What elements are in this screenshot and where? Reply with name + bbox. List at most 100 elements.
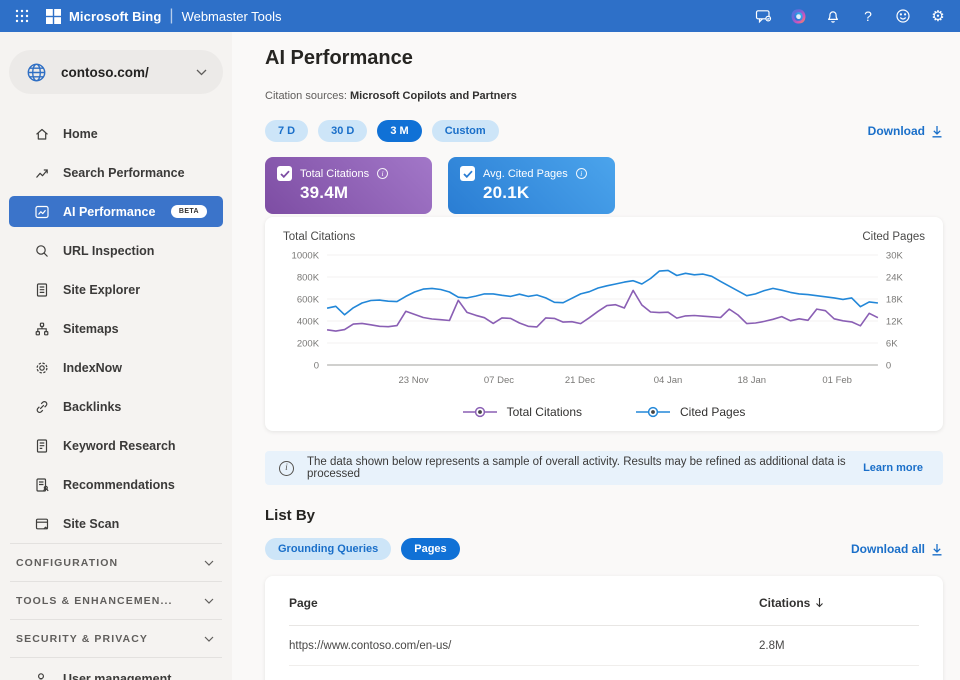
right-axis-title: Cited Pages xyxy=(862,231,925,243)
column-citations-sort[interactable]: Citations xyxy=(759,596,919,610)
page-url[interactable]: https://www.contoso.com/en-us/ xyxy=(289,640,759,652)
sidebar-nav: Home Search Performance AI Performance B… xyxy=(0,106,232,543)
sidebar-item-label: Home xyxy=(63,127,98,141)
banner-text: The data shown below represents a sample… xyxy=(307,456,850,480)
info-icon[interactable]: i xyxy=(576,168,587,179)
learn-more-link[interactable]: Learn more xyxy=(863,462,923,474)
download-all-button[interactable]: Download all xyxy=(851,542,943,556)
sidebar-item-ai-performance[interactable]: AI Performance BETA xyxy=(9,196,223,227)
copilot-icon[interactable] xyxy=(788,6,808,26)
list-by-tabs: Grounding Queries Pages Download all xyxy=(265,538,943,560)
table-header: Page Citations xyxy=(289,580,919,626)
time-filter-row: 7 D 30 D 3 M Custom Download xyxy=(265,120,943,142)
sidebar-section-tools-enhancements[interactable]: TOOLS & ENHANCEMEN... xyxy=(10,581,222,619)
pages-table: Page Citations https://www.contoso.com/e… xyxy=(265,576,943,680)
microsoft-logo-icon xyxy=(46,9,61,24)
sidebar-item-label: Backlinks xyxy=(63,400,121,414)
sidebar-item-label: Search Performance xyxy=(63,166,185,180)
beta-badge: BETA xyxy=(171,205,207,218)
filter-7d[interactable]: 7 D xyxy=(265,120,308,142)
left-axis-title: Total Citations xyxy=(283,231,355,243)
svg-text:0: 0 xyxy=(886,361,891,372)
citation-sources-value: Microsoft Copilots and Partners xyxy=(350,90,517,102)
total-citations-card[interactable]: Total Citations i 39.4M xyxy=(265,157,432,214)
smiley-feedback-icon[interactable] xyxy=(893,6,913,26)
site-name: contoso.com/ xyxy=(61,65,149,80)
tab-grounding-queries[interactable]: Grounding Queries xyxy=(265,538,391,560)
svg-text:600K: 600K xyxy=(297,295,320,306)
avg-cited-pages-checkbox[interactable] xyxy=(460,166,475,181)
legend-item[interactable]: Cited Pages xyxy=(636,405,745,419)
column-page[interactable]: Page xyxy=(289,596,759,610)
svg-text:18 Jan: 18 Jan xyxy=(738,375,767,386)
filter-3m[interactable]: 3 M xyxy=(377,120,421,142)
legend-marker-icon xyxy=(636,406,670,418)
svg-text:6K: 6K xyxy=(886,339,898,350)
sidebar-item-label: Site Scan xyxy=(63,517,119,531)
sidebar-item-site-explorer[interactable]: Site Explorer xyxy=(0,270,232,309)
table-row: https://www.contoso.com/en-us/ 2.8M xyxy=(289,626,919,666)
sidebar-section-configuration[interactable]: CONFIGURATION xyxy=(10,543,222,581)
total-citations-checkbox[interactable] xyxy=(277,166,292,181)
download-label: Download xyxy=(868,124,925,138)
page-title: AI Performance xyxy=(265,47,943,70)
section-label: SECURITY & PRIVACY xyxy=(16,633,148,645)
sidebar-item-url-inspection[interactable]: URL Inspection xyxy=(0,231,232,270)
sidebar-item-home[interactable]: Home xyxy=(0,114,232,153)
citation-sources: Citation sources: Microsoft Copilots and… xyxy=(265,90,943,102)
sidebar-item-label: IndexNow xyxy=(63,361,122,375)
filter-custom[interactable]: Custom xyxy=(432,120,499,142)
sidebar-item-label: URL Inspection xyxy=(63,244,154,258)
globe-icon xyxy=(26,62,47,83)
info-icon: i xyxy=(279,461,294,476)
table-row: https://www.contoso.com/fr-fr/ 1.5M xyxy=(289,666,919,680)
chevron-down-icon xyxy=(204,557,214,569)
avg-cited-pages-card[interactable]: Avg. Cited Pages i 20.1K xyxy=(448,157,615,214)
sidebar-item-label: User management xyxy=(63,672,171,680)
sidebar-item-label: Recommendations xyxy=(63,478,175,492)
sidebar-item-backlinks[interactable]: Backlinks xyxy=(0,387,232,426)
svg-text:30K: 30K xyxy=(886,251,904,262)
citation-sources-label: Citation sources: xyxy=(265,90,347,102)
chevron-down-icon xyxy=(204,595,214,607)
site-selector[interactable]: contoso.com/ xyxy=(9,50,223,94)
svg-text:24K: 24K xyxy=(886,273,904,284)
metric-value: 20.1K xyxy=(483,183,603,203)
legend-label: Cited Pages xyxy=(680,405,745,419)
product-title[interactable]: Webmaster Tools xyxy=(182,9,282,24)
svg-text:18K: 18K xyxy=(886,295,904,306)
sidebar: contoso.com/ Home Search Performance AI … xyxy=(0,32,232,680)
filter-30d[interactable]: 30 D xyxy=(318,120,367,142)
download-button[interactable]: Download xyxy=(868,124,943,138)
info-icon[interactable]: i xyxy=(377,168,388,179)
list-by-title: List By xyxy=(265,507,943,524)
metric-label: Total Citations xyxy=(300,168,369,180)
top-bar: Microsoft Bing | Webmaster Tools ? ⚙ xyxy=(0,0,960,32)
sidebar-item-recommendations[interactable]: Recommendations xyxy=(0,465,232,504)
sidebar-item-user-management[interactable]: User management xyxy=(10,657,222,680)
citations-chart-plot[interactable]: 00200K6K400K12K600K18K800K24K1000K30K23 … xyxy=(281,247,927,395)
legend-item[interactable]: Total Citations xyxy=(463,405,582,419)
svg-text:04 Jan: 04 Jan xyxy=(654,375,683,386)
settings-gear-icon[interactable]: ⚙ xyxy=(928,6,948,26)
feedback-icon[interactable] xyxy=(753,6,773,26)
sidebar-section-security-privacy[interactable]: SECURITY & PRIVACY xyxy=(10,619,222,657)
citations-chart-card: Total Citations Cited Pages 00200K6K400K… xyxy=(265,217,943,431)
sidebar-item-search-performance[interactable]: Search Performance xyxy=(0,153,232,192)
sidebar-item-site-scan[interactable]: Site Scan xyxy=(0,504,232,543)
sidebar-item-label: Sitemaps xyxy=(63,322,119,336)
tab-pages[interactable]: Pages xyxy=(401,538,459,560)
sidebar-item-label: Keyword Research xyxy=(63,439,176,453)
help-icon[interactable]: ? xyxy=(858,6,878,26)
sidebar-item-keyword-research[interactable]: Keyword Research xyxy=(0,426,232,465)
chevron-down-icon xyxy=(204,633,214,645)
citations-value: 2.8M xyxy=(759,640,919,652)
waffle-menu-icon[interactable] xyxy=(12,6,32,26)
download-icon xyxy=(931,543,943,556)
brand-title[interactable]: Microsoft Bing xyxy=(69,9,161,24)
sidebar-item-indexnow[interactable]: IndexNow xyxy=(0,348,232,387)
column-citations-label: Citations xyxy=(759,596,810,610)
sidebar-item-sitemaps[interactable]: Sitemaps xyxy=(0,309,232,348)
notifications-bell-icon[interactable] xyxy=(823,6,843,26)
section-label: CONFIGURATION xyxy=(16,557,118,569)
